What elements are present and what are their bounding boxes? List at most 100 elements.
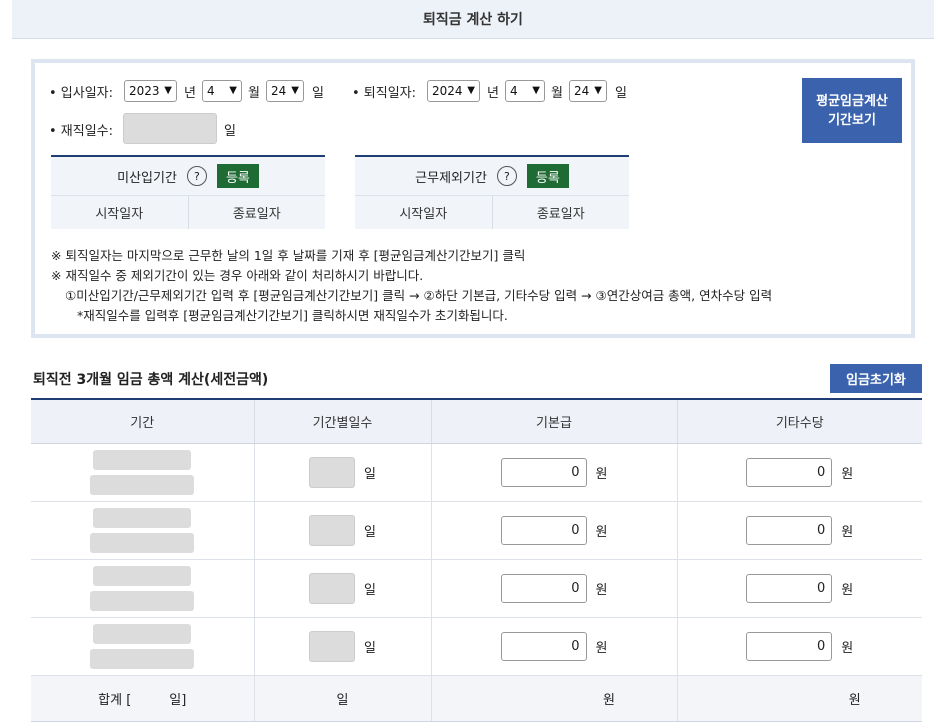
chevron-down-icon: ▼ bbox=[164, 85, 172, 96]
join-day-select[interactable]: 24 ▼ bbox=[266, 80, 304, 102]
avg-wage-period-button[interactable]: 평균임금계산 기간보기 bbox=[802, 78, 902, 143]
won-unit: 원 bbox=[841, 641, 854, 656]
note-line: ※ 퇴직일자는 마지막으로 근무한 날의 1일 후 날짜를 기재 후 [평균임금… bbox=[51, 248, 526, 263]
period-days-input[interactable] bbox=[309, 515, 356, 546]
excluded-end-header: 종료일자 bbox=[536, 207, 585, 222]
chevron-down-icon: ▼ bbox=[291, 85, 299, 96]
day-unit: 일 bbox=[364, 525, 376, 540]
wage-reset-button[interactable]: 임금초기화 bbox=[830, 364, 922, 393]
help-icon[interactable]: ? bbox=[186, 166, 207, 186]
join-date-label: • 입사일자: bbox=[49, 86, 114, 101]
header-other-allowance: 기타수당 bbox=[677, 399, 922, 444]
won-unit: 원 bbox=[603, 693, 615, 708]
day-unit: 일 bbox=[364, 467, 376, 482]
chevron-down-icon: ▼ bbox=[594, 85, 602, 96]
day-unit: 일 bbox=[364, 641, 376, 656]
excluded-start-header: 시작일자 bbox=[355, 196, 493, 229]
instructions: ※ 퇴직일자는 마지막으로 근무한 날의 1일 후 날짜를 기재 후 [평균임금… bbox=[51, 246, 772, 326]
excluded-period-title: 근무제외기간 bbox=[415, 170, 487, 186]
page-header: 퇴직금 계산 하기 bbox=[12, 0, 934, 39]
excluded-period-table: 근무제외기간 ? 등록 시작일자 종료일자 bbox=[355, 155, 629, 231]
table-row: 일 0원 0원 bbox=[31, 617, 922, 676]
day-unit: 일 bbox=[615, 86, 627, 101]
unpaid-register-button[interactable]: 등록 bbox=[216, 164, 259, 188]
period-days-input[interactable] bbox=[309, 573, 356, 604]
other-allowance-input[interactable]: 0 bbox=[746, 516, 833, 545]
chevron-down-icon: ▼ bbox=[467, 85, 475, 96]
leave-day-value: 24 bbox=[574, 84, 590, 98]
won-unit: 원 bbox=[595, 641, 608, 656]
period-end-field bbox=[90, 591, 195, 611]
base-pay-input[interactable]: 0 bbox=[500, 632, 587, 661]
chevron-down-icon: ▼ bbox=[229, 85, 237, 96]
won-unit: 원 bbox=[841, 525, 854, 540]
base-pay-input[interactable]: 0 bbox=[500, 458, 587, 487]
header-period: 기간 bbox=[31, 399, 255, 444]
section-title: 퇴직전 3개월 임금 총액 계산(세전금액) bbox=[33, 372, 269, 388]
service-days-label: • 재직일수: bbox=[49, 124, 114, 139]
unpaid-period-table: 미산입기간 ? 등록 시작일자 종료일자 bbox=[51, 155, 325, 231]
join-year-select[interactable]: 2023 ▼ bbox=[124, 80, 177, 102]
period-range bbox=[32, 624, 253, 669]
wage-table: 기간 기간별일수 기본급 기타수당 일 0원 0원 일 0원 0원 일 0원 0… bbox=[31, 398, 922, 722]
won-unit: 원 bbox=[848, 693, 861, 708]
leave-month-select[interactable]: 4 ▼ bbox=[505, 80, 545, 102]
day-unit: 일 bbox=[312, 86, 324, 101]
help-icon[interactable]: ? bbox=[496, 166, 517, 186]
other-allowance-input[interactable]: 0 bbox=[746, 574, 833, 603]
period-start-field bbox=[93, 450, 192, 470]
period-start-field bbox=[93, 566, 192, 586]
sum-label: 합계 [ bbox=[98, 693, 132, 708]
won-unit: 원 bbox=[841, 467, 854, 482]
note-line: ※ 재직일수 중 제외기간이 있는 경우 아래와 같이 처리하시기 바랍니다. bbox=[51, 268, 424, 283]
leave-month-value: 4 bbox=[510, 84, 518, 98]
sum-other-cell: 원 bbox=[677, 675, 922, 722]
join-month-select[interactable]: 4 ▼ bbox=[202, 80, 242, 102]
period-days-input[interactable] bbox=[309, 457, 356, 488]
unpaid-start-header: 시작일자 bbox=[51, 196, 189, 229]
service-days-unit: 일 bbox=[224, 124, 236, 139]
won-unit: 원 bbox=[595, 467, 608, 482]
join-day-value: 24 bbox=[271, 84, 287, 98]
won-unit: 원 bbox=[595, 525, 608, 540]
leave-year-select[interactable]: 2024 ▼ bbox=[427, 80, 480, 102]
page-title: 퇴직금 계산 하기 bbox=[423, 12, 523, 28]
day-unit: 일 bbox=[336, 693, 349, 708]
other-allowance-input[interactable]: 0 bbox=[746, 632, 833, 661]
leave-date-label: • 퇴직일자: bbox=[352, 86, 417, 101]
won-unit: 원 bbox=[595, 583, 608, 598]
note-line: *재직일수를 입력후 [평균임금계산기간보기] 클릭하시면 재직일수가 초기화됩… bbox=[77, 308, 508, 323]
period-range bbox=[32, 508, 253, 553]
period-end-field bbox=[90, 533, 195, 553]
year-unit: 년 bbox=[184, 86, 196, 101]
base-pay-input[interactable]: 0 bbox=[500, 516, 587, 545]
table-row: 일 0원 0원 bbox=[31, 443, 922, 502]
other-allowance-input[interactable]: 0 bbox=[746, 458, 833, 487]
header-days: 기간별일수 bbox=[254, 399, 432, 444]
period-range bbox=[32, 566, 253, 611]
sum-days-cell: 일 bbox=[254, 675, 432, 722]
sum-base-cell: 원 bbox=[431, 675, 678, 722]
sum-label-cell: 합계 [일] bbox=[31, 675, 255, 722]
leave-year-value: 2024 bbox=[432, 84, 463, 98]
excluded-register-button[interactable]: 등록 bbox=[526, 164, 569, 188]
period-days-input[interactable] bbox=[309, 631, 356, 662]
header-base-pay: 기본급 bbox=[431, 399, 678, 444]
service-days-input[interactable] bbox=[123, 113, 217, 144]
period-start-field bbox=[93, 624, 192, 644]
day-unit: 일 bbox=[364, 583, 376, 598]
won-unit: 원 bbox=[841, 583, 854, 598]
unpaid-end-header: 종료일자 bbox=[232, 207, 281, 222]
base-pay-input[interactable]: 0 bbox=[500, 574, 587, 603]
table-row: 일 0원 0원 bbox=[31, 501, 922, 560]
year-unit: 년 bbox=[487, 86, 499, 101]
leave-day-select[interactable]: 24 ▼ bbox=[569, 80, 607, 102]
avg-wage-button-line2: 기간보기 bbox=[828, 112, 876, 128]
table-row: 일 0원 0원 bbox=[31, 559, 922, 618]
avg-wage-button-line1: 평균임금계산 bbox=[816, 93, 888, 109]
join-month-value: 4 bbox=[207, 84, 215, 98]
chevron-down-icon: ▼ bbox=[532, 85, 540, 96]
month-unit: 월 bbox=[248, 86, 260, 101]
period-end-field bbox=[90, 649, 195, 669]
sum-row: 합계 [일] 일 원 원 bbox=[31, 675, 922, 722]
